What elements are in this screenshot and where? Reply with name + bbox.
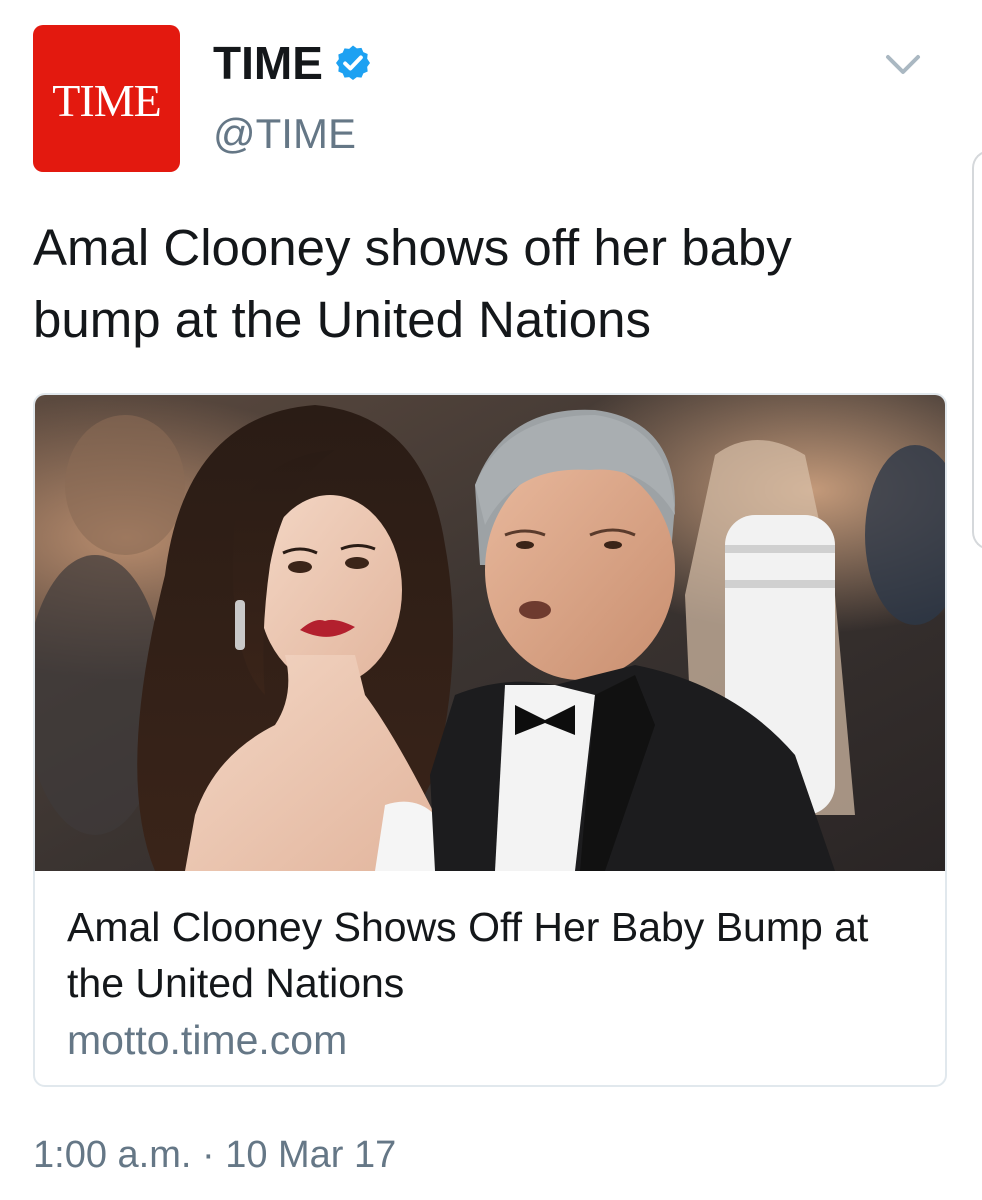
display-name[interactable]: TIME xyxy=(213,40,323,86)
user-handle[interactable]: @TIME xyxy=(213,110,356,158)
verified-badge-icon xyxy=(335,45,370,80)
avatar-logo-text: TIME xyxy=(52,75,161,126)
photo-couple-icon xyxy=(35,395,945,871)
card-domain: motto.time.com xyxy=(67,1017,348,1063)
chevron-down-icon[interactable] xyxy=(884,52,922,78)
scrollbar[interactable] xyxy=(972,150,982,550)
card-title: Amal Clooney Shows Off Her Baby Bump at … xyxy=(67,904,869,1006)
tweet-text: Amal Clooney shows off her baby bump at … xyxy=(33,219,792,348)
avatar[interactable]: TIME xyxy=(33,25,180,172)
tweet-timestamp[interactable]: 1:00 a.m. · 10 Mar 17 xyxy=(33,1134,396,1177)
card-image[interactable] xyxy=(35,395,945,871)
author-name-row: TIME xyxy=(213,40,373,86)
card-body[interactable]: Amal Clooney Shows Off Her Baby Bump at … xyxy=(35,871,945,1085)
link-card[interactable]: Amal Clooney Shows Off Her Baby Bump at … xyxy=(33,393,947,1087)
